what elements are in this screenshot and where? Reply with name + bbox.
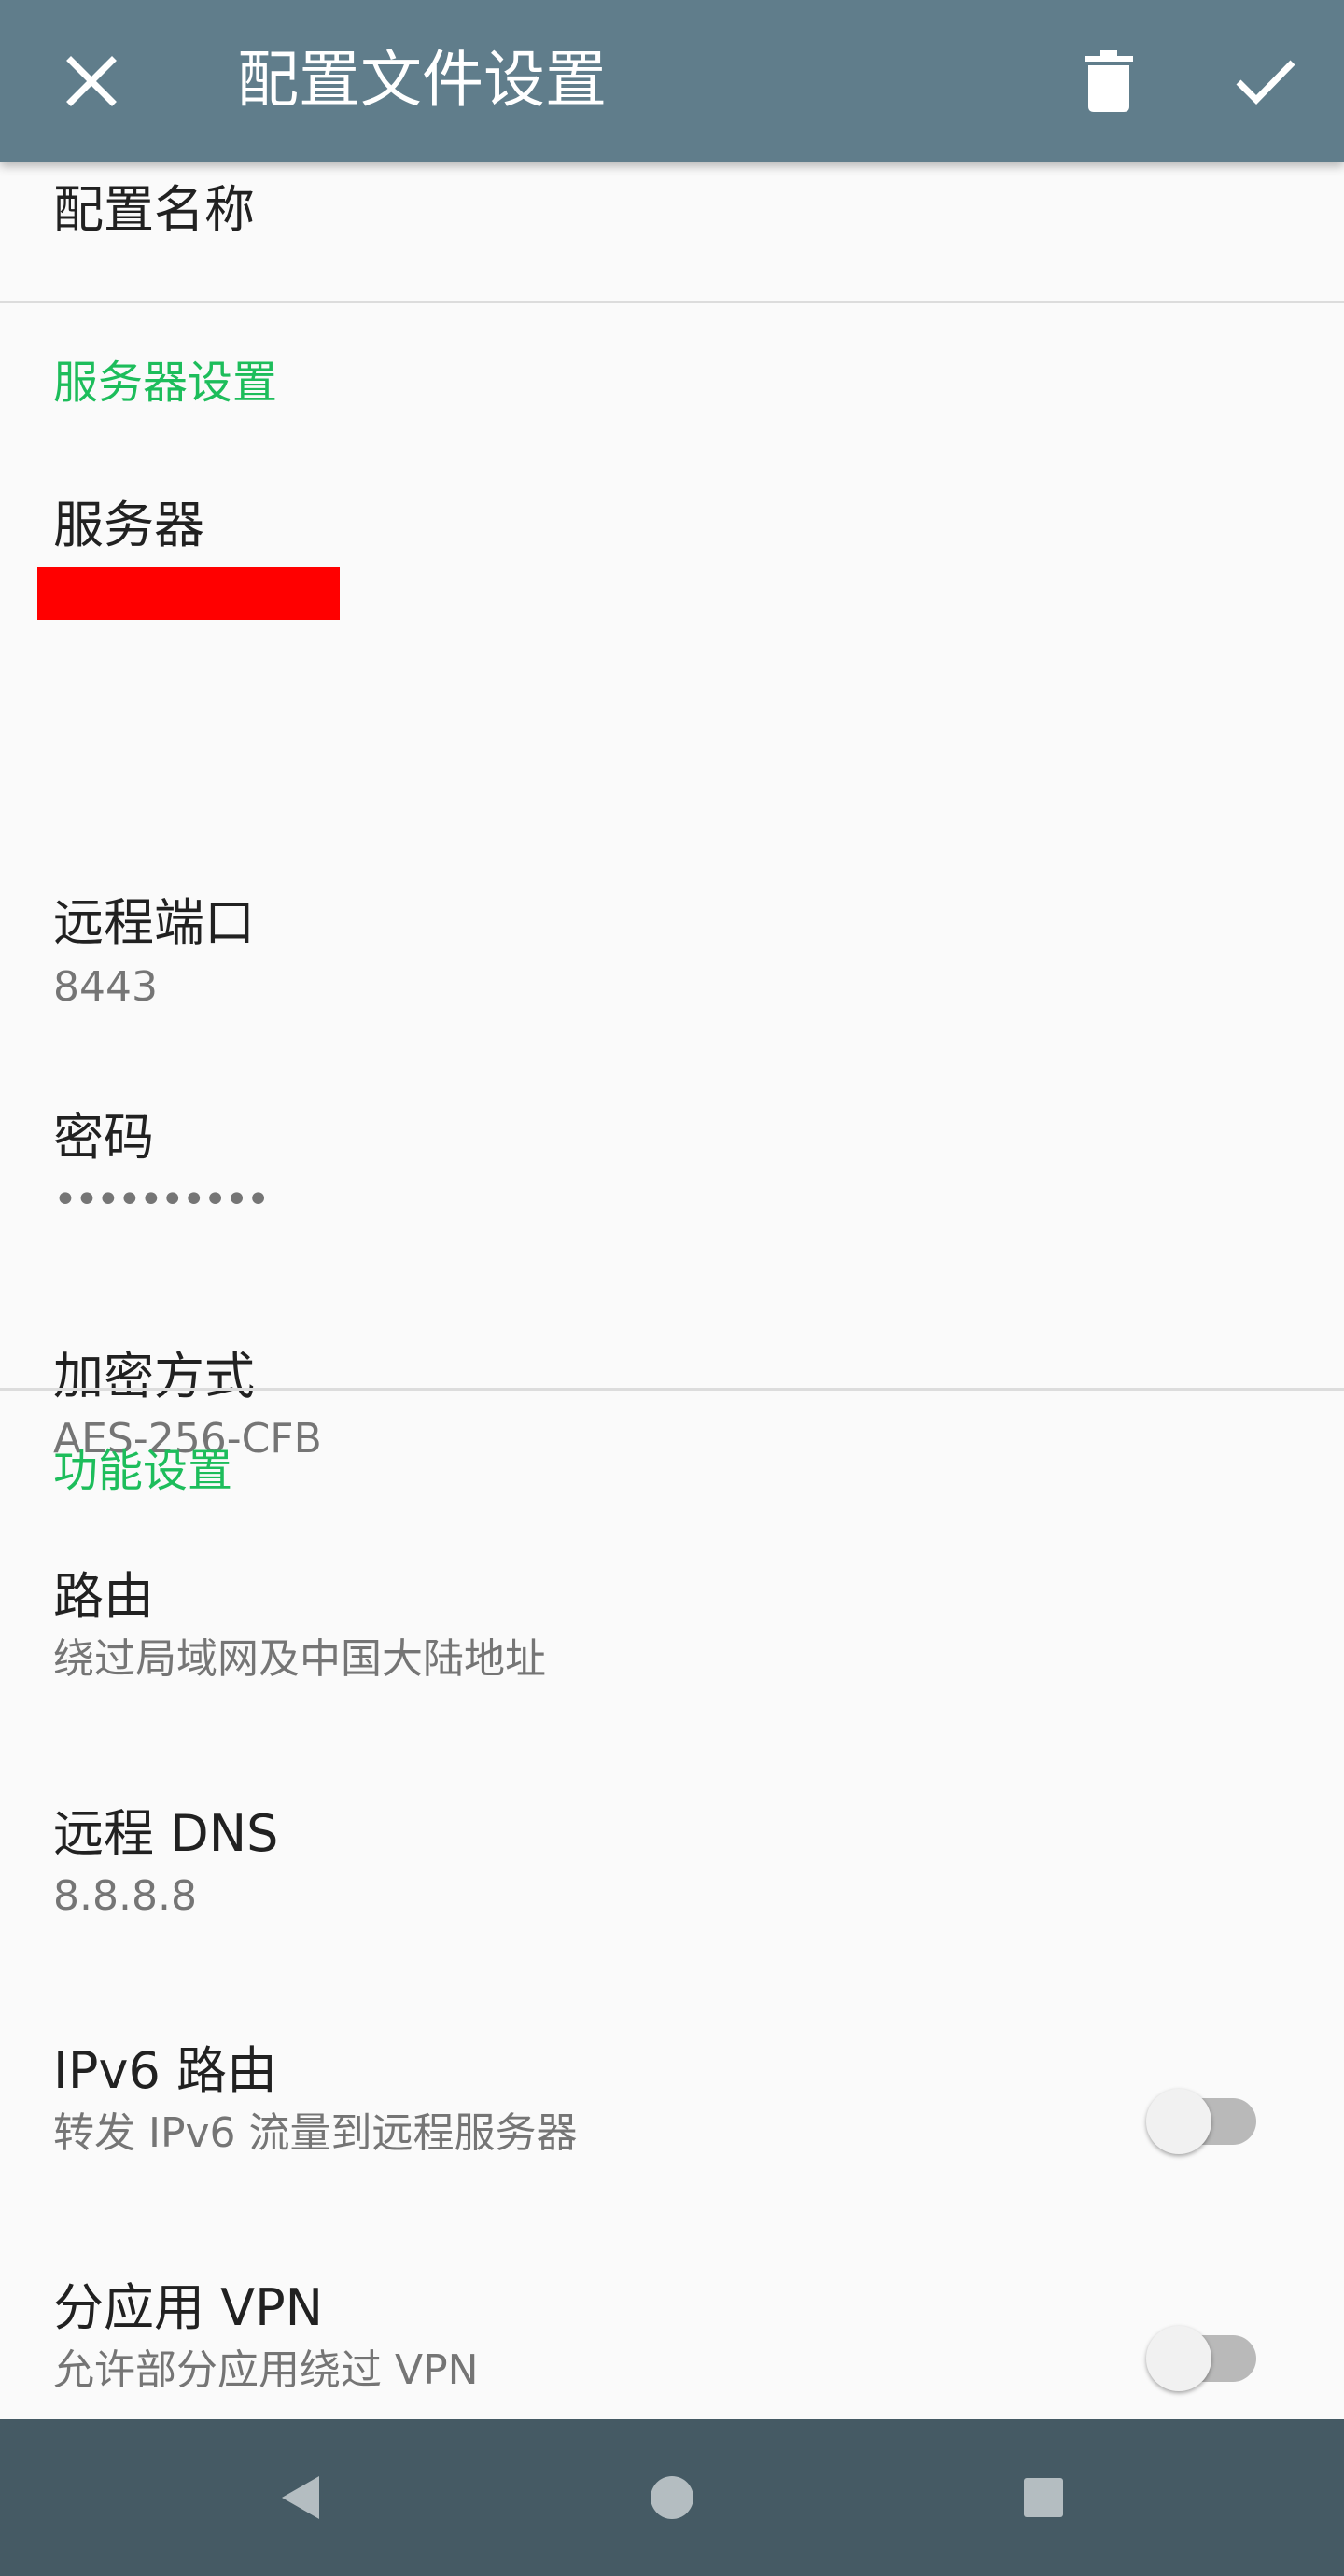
recents-square-icon [1024, 2478, 1063, 2517]
remote-dns-title: 远程 DNS [53, 1804, 279, 1863]
route-row[interactable]: 路由 绕过局域网及中国大陆地址 [0, 1544, 1344, 1779]
server-settings-category: 服务器设置 [53, 357, 278, 409]
trash-icon [1085, 50, 1133, 112]
profile-name-row[interactable]: 配置名称 [0, 162, 1344, 301]
remote-port-title: 远程端口 [53, 893, 255, 952]
section-divider [0, 301, 1344, 303]
toolbar-title: 配置文件设置 [237, 44, 607, 116]
remote-port-row[interactable]: 远程端口 8443 [0, 694, 1344, 1011]
ipv6-route-switch[interactable] [1146, 2076, 1256, 2154]
back-triangle-icon [282, 2476, 319, 2519]
route-title: 路由 [53, 1567, 154, 1626]
server-title: 服务器 [53, 496, 204, 554]
home-circle-icon [651, 2476, 693, 2519]
remote-dns-value: 8.8.8.8 [53, 1872, 197, 1920]
remote-port-value: 8443 [53, 963, 158, 1011]
route-value: 绕过局域网及中国大陆地址 [53, 1635, 546, 1683]
redaction-box [37, 567, 340, 620]
password-row[interactable] [0, 1092, 1344, 1297]
per-app-vpn-switch[interactable] [1146, 2313, 1256, 2391]
encryption-title: 加密方式 [53, 1347, 255, 1406]
ipv6-route-summary: 转发 IPv6 流量到远程服务器 [53, 2109, 578, 2157]
per-app-vpn-row[interactable]: 分应用 VPN 允许部分应用绕过 VPN [0, 2255, 1344, 2419]
section-divider [0, 1388, 1344, 1391]
system-nav-bar [0, 2419, 1344, 2576]
remote-dns-row[interactable]: 远程 DNS 8.8.8.8 [0, 1781, 1344, 2016]
switch-thumb [1146, 2089, 1211, 2154]
confirm-button[interactable] [1215, 31, 1316, 132]
server-row[interactable]: 服务器 [0, 452, 1344, 672]
app-toolbar: 配置文件设置 [0, 0, 1344, 162]
recents-button[interactable] [987, 2442, 1099, 2554]
switch-thumb [1146, 2326, 1211, 2391]
per-app-vpn-summary: 允许部分应用绕过 VPN [53, 2346, 479, 2394]
profile-name-title: 配置名称 [53, 180, 255, 239]
close-icon [66, 56, 117, 106]
close-button[interactable] [41, 31, 142, 132]
per-app-vpn-title: 分应用 VPN [53, 2278, 324, 2337]
ipv6-route-row[interactable]: IPv6 路由 转发 IPv6 流量到远程服务器 [0, 2018, 1344, 2253]
back-button[interactable] [245, 2442, 357, 2554]
check-icon [1236, 60, 1295, 105]
home-button[interactable] [616, 2442, 728, 2554]
delete-button[interactable] [1058, 31, 1159, 132]
feature-settings-category: 功能设置 [53, 1445, 233, 1497]
ipv6-route-title: IPv6 路由 [53, 2041, 277, 2100]
preference-list[interactable]: 配置名称 服务器设置 服务器 远程端口 8443 密码 •••••••••• 加… [0, 162, 1344, 2419]
